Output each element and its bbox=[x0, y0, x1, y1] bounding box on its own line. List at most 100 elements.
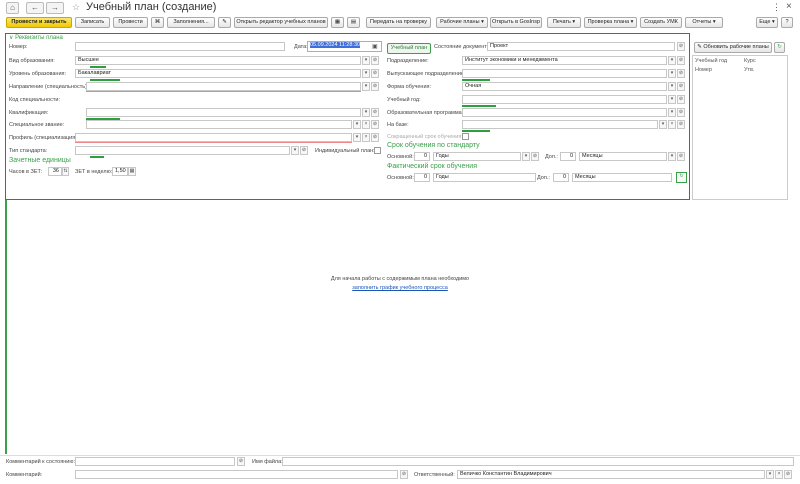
refresh-term-icon[interactable]: ↻ bbox=[676, 172, 687, 183]
requisites-section-toggle[interactable]: ∨ Реквизиты плана bbox=[9, 34, 63, 41]
work-plans-button[interactable]: Рабочие планы ▾ bbox=[436, 17, 488, 28]
actual-extra-field[interactable]: 0 bbox=[553, 173, 569, 182]
qualification-dropdown[interactable]: ▾ bbox=[362, 108, 370, 117]
standard-main-unit-open-icon[interactable]: ⊘ bbox=[531, 152, 539, 161]
create-umk-button[interactable]: Создать УМК bbox=[640, 17, 682, 28]
direction-dropdown[interactable]: ▾ bbox=[362, 82, 370, 91]
standard-type-field[interactable] bbox=[75, 146, 290, 155]
favorite-star-icon[interactable]: ☆ bbox=[72, 2, 80, 13]
education-level-open-icon[interactable]: ⊘ bbox=[371, 69, 379, 78]
education-level-dropdown[interactable]: ▾ bbox=[362, 69, 370, 78]
number-field[interactable] bbox=[75, 42, 285, 51]
standard-extra-unit-dropdown[interactable]: ▾ bbox=[668, 152, 676, 161]
special-title-clear-icon[interactable]: × bbox=[362, 120, 370, 129]
department-field[interactable]: Институт экономики и менеджмента bbox=[462, 56, 667, 65]
back-button[interactable]: ← bbox=[26, 2, 44, 14]
special-title-field[interactable] bbox=[86, 120, 352, 129]
standard-extra-unit-open-icon[interactable]: ⊘ bbox=[677, 152, 685, 161]
qualification-field[interactable] bbox=[86, 108, 361, 117]
zet-per-week-field[interactable]: 1,50 bbox=[112, 167, 128, 176]
basis-field[interactable] bbox=[462, 120, 658, 129]
hours-per-zet-stepper[interactable]: ⇅ bbox=[62, 167, 69, 176]
study-form-dropdown[interactable]: ▾ bbox=[668, 82, 676, 91]
forward-button[interactable]: → bbox=[46, 2, 64, 14]
responsible-clear-icon[interactable]: × bbox=[775, 470, 783, 479]
responsible-dropdown[interactable]: ▾ bbox=[766, 470, 774, 479]
state-comment-open-icon[interactable]: ⊘ bbox=[237, 457, 245, 466]
standard-type-dropdown[interactable]: ▾ bbox=[291, 146, 299, 155]
study-form-open-icon[interactable]: ⊘ bbox=[677, 82, 685, 91]
basis-open-icon[interactable]: ⊘ bbox=[677, 120, 685, 129]
hours-per-zet-field[interactable]: 36 bbox=[48, 167, 62, 176]
doc-state-field[interactable]: Проект bbox=[487, 42, 675, 51]
special-title-open-icon[interactable]: ⊘ bbox=[371, 120, 379, 129]
reports-button[interactable]: Отчеты ▾ bbox=[685, 17, 723, 28]
qualification-open-icon[interactable]: ⊘ bbox=[371, 108, 379, 117]
help-button[interactable]: ? bbox=[781, 17, 793, 28]
graduating-dropdown[interactable]: ▾ bbox=[668, 69, 676, 78]
refresh-icon[interactable]: ↻ bbox=[774, 42, 785, 53]
responsible-open-icon[interactable]: ⊘ bbox=[784, 470, 792, 479]
date-field[interactable]: 05.09.2024 11:28:30 bbox=[307, 41, 382, 52]
comment-open-icon[interactable]: ⊘ bbox=[400, 470, 408, 479]
edit-icon[interactable]: ✎ bbox=[218, 17, 231, 28]
direction-open-icon[interactable]: ⊘ bbox=[371, 82, 379, 91]
department-open-icon[interactable]: ⊘ bbox=[677, 56, 685, 65]
fill-button[interactable]: Заполнения... bbox=[167, 17, 215, 28]
update-work-plans-button[interactable]: ✎ Обновить рабочие планы bbox=[694, 42, 772, 53]
open-gosinsp-button[interactable]: Открыть в GosInsp bbox=[490, 17, 542, 28]
education-level-field[interactable]: Бакалавриат bbox=[75, 69, 361, 78]
graduating-open-icon[interactable]: ⊘ bbox=[677, 69, 685, 78]
doc-state-open-icon[interactable]: ⊘ bbox=[677, 42, 685, 51]
study-year-open-icon[interactable]: ⊘ bbox=[677, 95, 685, 104]
more-menu-icon[interactable]: ⋮ bbox=[772, 2, 781, 13]
plan-tag-button[interactable]: Учебный план bbox=[387, 43, 431, 54]
program-open-icon[interactable]: ⊘ bbox=[677, 108, 685, 117]
standard-main-field[interactable]: 0 bbox=[414, 152, 430, 161]
individual-plan-checkbox[interactable] bbox=[374, 147, 381, 154]
send-check-button[interactable]: Передать на проверку bbox=[366, 17, 431, 28]
standard-extra-field[interactable]: 0 bbox=[560, 152, 576, 161]
post-and-close-button[interactable]: Провести и закрыть bbox=[6, 17, 72, 28]
standard-extra-unit-field[interactable]: Месяцы bbox=[579, 152, 667, 161]
basis-clear-icon[interactable]: × bbox=[668, 120, 676, 129]
actual-main-unit-field[interactable]: Годы bbox=[433, 173, 536, 182]
actual-extra-unit-field[interactable]: Месяцы bbox=[572, 173, 672, 182]
structure-icon[interactable]: ⌘ bbox=[151, 17, 164, 28]
calendar-icon[interactable]: ▣ bbox=[372, 43, 378, 50]
profile-clear-icon[interactable]: × bbox=[362, 133, 370, 142]
state-comment-field[interactable] bbox=[75, 457, 235, 466]
fill-schedule-link[interactable]: заполнить график учебного процесса bbox=[352, 285, 448, 291]
education-kind-field[interactable]: Высшее bbox=[75, 56, 361, 65]
basis-dropdown[interactable]: ▾ bbox=[659, 120, 667, 129]
profile-dropdown[interactable]: ▾ bbox=[353, 133, 361, 142]
open-editor-button[interactable]: Открыть редактор учебных планов bbox=[234, 17, 328, 28]
education-kind-open-icon[interactable]: ⊘ bbox=[371, 56, 379, 65]
profile-field[interactable] bbox=[75, 133, 352, 142]
education-kind-dropdown[interactable]: ▾ bbox=[362, 56, 370, 65]
study-form-field[interactable]: Очная bbox=[462, 82, 667, 91]
standard-main-unit-dropdown[interactable]: ▾ bbox=[522, 152, 530, 161]
study-year-dropdown[interactable]: ▾ bbox=[668, 95, 676, 104]
more-button[interactable]: Еще ▾ bbox=[756, 17, 778, 28]
home-button[interactable]: ⌂ bbox=[6, 2, 19, 14]
responsible-field[interactable]: Величко Константин Владимирович bbox=[457, 470, 765, 479]
zet-calculator-icon[interactable]: ▦ bbox=[128, 167, 136, 176]
program-dropdown[interactable]: ▾ bbox=[668, 108, 676, 117]
standard-main-unit-field[interactable]: Годы bbox=[433, 152, 521, 161]
actual-main-field[interactable]: 0 bbox=[414, 173, 430, 182]
check-plan-button[interactable]: Проверка плана ▾ bbox=[584, 17, 637, 28]
table-icon[interactable]: ▦ bbox=[331, 17, 344, 28]
study-year-field[interactable] bbox=[462, 95, 667, 104]
profile-open-icon[interactable]: ⊘ bbox=[371, 133, 379, 142]
save-button[interactable]: Записать bbox=[75, 17, 110, 28]
print-button[interactable]: Печать ▾ bbox=[547, 17, 581, 28]
comment-field[interactable] bbox=[75, 470, 398, 479]
program-field[interactable] bbox=[462, 108, 667, 117]
reduced-term-checkbox[interactable] bbox=[462, 133, 469, 140]
file-name-field[interactable] bbox=[282, 457, 794, 466]
post-button[interactable]: Провести bbox=[113, 17, 148, 28]
chart-icon[interactable]: ▤ bbox=[347, 17, 360, 28]
department-dropdown[interactable]: ▾ bbox=[668, 56, 676, 65]
direction-field[interactable] bbox=[86, 82, 361, 91]
